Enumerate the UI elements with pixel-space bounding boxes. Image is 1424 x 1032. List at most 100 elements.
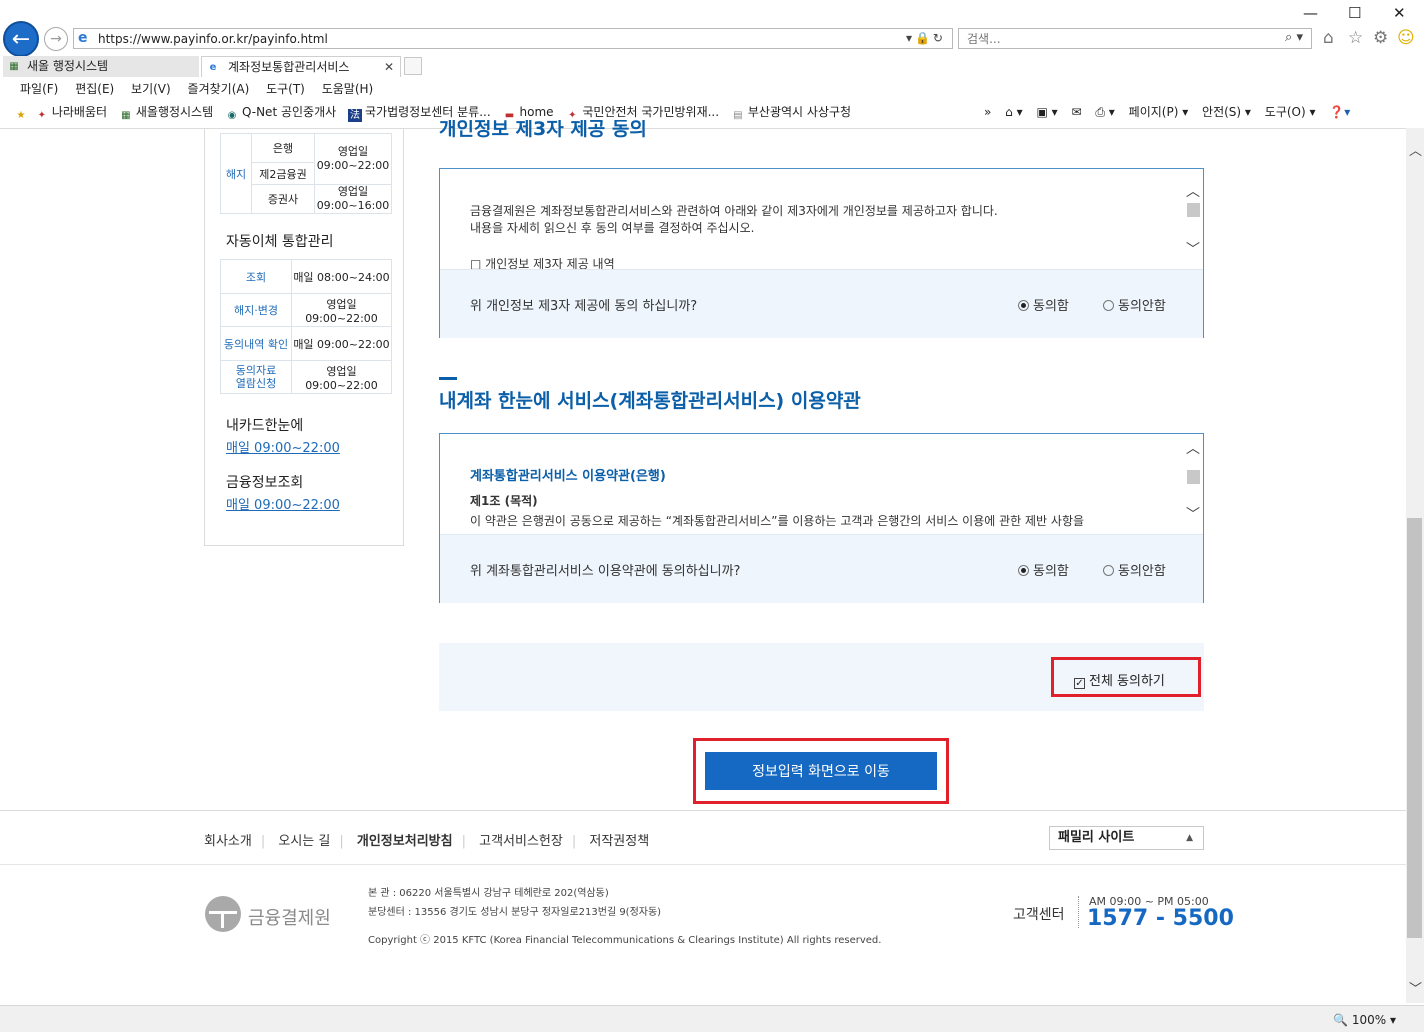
settings-gear-icon[interactable]: ⚙ <box>1373 28 1388 48</box>
footer-link-copyright[interactable]: 저작권정책 <box>589 834 649 849</box>
new-tab-button[interactable] <box>404 57 422 75</box>
autopay-label: 해지·변경 <box>220 293 292 327</box>
scroll-thumb[interactable] <box>1187 203 1200 217</box>
home-icon[interactable]: ⌂ <box>1323 28 1334 48</box>
print-icon[interactable]: ⎙ ▾ <box>1095 105 1114 119</box>
autopay-label: 동의내역 확인 <box>220 326 292 361</box>
menu-view[interactable]: 보기(V) <box>131 82 171 96</box>
page-menu[interactable]: 페이지(P) ▾ <box>1129 105 1189 119</box>
agree-all-checkbox[interactable]: ✓ 전체 동의하기 <box>1074 670 1165 689</box>
agree-all-highlight[interactable]: ✓ 전체 동의하기 <box>1051 657 1201 697</box>
menu-edit[interactable]: 편집(E) <box>75 82 114 96</box>
close-tab-icon[interactable]: ✕ <box>384 57 394 77</box>
org-name: 금융결제원 <box>248 908 331 929</box>
terms-article: 제1조 (목적) <box>470 494 538 508</box>
back-button[interactable]: ← <box>3 21 39 57</box>
autopay-title: 자동이체 통합관리 <box>226 234 334 250</box>
address-bundang: 분당센터 : 13556 경기도 성남시 분당구 정자일로213번길 9(정자동… <box>368 907 662 918</box>
close-window-icon[interactable]: ✕ <box>1393 4 1406 22</box>
fav-item[interactable]: 法 국가법령정보센터 분류... <box>348 105 491 122</box>
section-accent-bar <box>439 377 457 380</box>
autopay-hours-table: 조회 매일 08:00~24:00 해지·변경 영업일 09:00~22:00 동의… <box>220 259 392 394</box>
search-icon[interactable]: ⌕ ▾ <box>1285 30 1303 45</box>
feeds-icon[interactable]: ▣ ▾ <box>1036 105 1057 119</box>
overflow-chevron-icon[interactable]: » <box>984 105 991 119</box>
search-input[interactable] <box>965 31 1249 47</box>
safety-menu[interactable]: 안전(S) ▾ <box>1202 105 1251 119</box>
consent-text-line: 내용을 자세히 읽으신 후 동의 여부를 결정하여 주십시오. <box>470 221 755 235</box>
minimize-icon[interactable]: — <box>1303 4 1318 22</box>
section2-disagree-radio[interactable]: 동의안함 <box>1103 560 1166 579</box>
favorites-bar: ★ ✦ 나라배움터 ▦ 새올행정시스템 ◉ Q-Net 공인중개사 法 국가법령정보센터… <box>14 103 859 123</box>
section2-terms-box: 계좌통합관리서비스 이용약관(은행) 제1조 (목적) 이 약관은 은행권이 공… <box>439 433 1204 603</box>
go-button-highlight: 정보입력 화면으로 이동 <box>693 738 949 804</box>
menu-file[interactable]: 파일(F) <box>20 82 58 96</box>
scroll-thumb[interactable] <box>1187 470 1200 484</box>
scroll-down-icon[interactable]: ﹀ <box>1186 239 1200 259</box>
help-icon[interactable]: ❓▾ <box>1329 105 1350 119</box>
page-scroll-thumb[interactable] <box>1407 518 1422 938</box>
terms-subtitle: 계좌통합관리서비스 이용약관(은행) <box>470 469 666 484</box>
footer-divider-dotted <box>1078 896 1080 928</box>
scroll-up-icon[interactable]: ︿ <box>1186 181 1200 201</box>
autopay-label: 동의자료 열람신청 <box>220 360 292 394</box>
fav-item[interactable]: ✦ 나라배움터 <box>35 105 107 121</box>
address-bar[interactable]: e https://www.payinfo.or.kr/payinfo.html… <box>73 28 953 49</box>
menu-help[interactable]: 도움말(H) <box>322 82 374 96</box>
zoom-control[interactable]: 🔍 100% ▾ <box>1333 1013 1396 1027</box>
go-to-info-input-button[interactable]: 정보입력 화면으로 이동 <box>705 752 937 790</box>
radio-empty-icon <box>1103 565 1114 576</box>
card-hours-link[interactable]: 매일 09:00~22:00 <box>226 437 340 456</box>
kftc-logo-icon <box>205 896 241 932</box>
consent-text-line: 금융결제원은 계좌정보통합관리서비스와 관련하여 아래와 같이 제3자에게 개인… <box>470 204 998 218</box>
footer-links: 회사소개 | 오시는 길 | 개인정보처리방침 | 고객서비스헌장 | 저작권정책 <box>204 834 650 849</box>
smiley-feedback-icon[interactable]: ☺ <box>1397 28 1415 48</box>
section1-disagree-radio[interactable]: 동의안함 <box>1103 295 1166 314</box>
section1-consent-box: 금융결제원은 계좌정보통합관리서비스와 관련하여 아래와 같이 제3자에게 개인… <box>439 168 1204 338</box>
fav-item[interactable]: ◉ Q-Net 공인중개사 <box>225 105 337 121</box>
maximize-icon[interactable]: ☐ <box>1348 4 1361 22</box>
menu-favorites[interactable]: 즐겨찾기(A) <box>188 82 250 96</box>
tab-payinfo[interactable]: e 계좌정보통합관리서비스 ✕ <box>201 56 401 77</box>
family-site-select[interactable]: 패밀리 사이트 ▲ <box>1049 826 1204 850</box>
footer-divider <box>0 810 1406 811</box>
fav-item[interactable]: ▤ 부산광역시 사상구청 <box>731 105 851 121</box>
address-main: 본 관 : 06220 서울특별시 강남구 테헤란로 202(역삼동) <box>368 888 609 899</box>
tab-saeol[interactable]: ▦ 새올 행정시스템 <box>3 56 199 77</box>
org-cell: 제2금융권 <box>251 162 315 185</box>
tab-label: 계좌정보통합관리서비스 <box>228 60 350 74</box>
fav-item[interactable]: ▦ 새올행정시스템 <box>119 105 213 121</box>
fin-info-hours-link[interactable]: 매일 09:00~22:00 <box>226 494 340 513</box>
fav-item[interactable]: ▬ home <box>503 105 554 121</box>
text-scrollbar[interactable]: ︿ ﹀ <box>1186 181 1201 261</box>
favorites-star-icon[interactable]: ★ <box>14 109 28 122</box>
footer-link-charter[interactable]: 고객서비스헌장 <box>479 834 563 849</box>
menu-bar: 파일(F) 편집(E) 보기(V) 즐겨찾기(A) 도구(T) 도움말(H) <box>20 80 386 98</box>
footer-link-directions[interactable]: 오시는 길 <box>278 834 330 849</box>
footer-link-company[interactable]: 회사소개 <box>204 834 252 849</box>
terms-body: 이 약관은 은행권이 공동으로 제공하는 “계좌통합관리서비스”를 이용하는 고… <box>470 514 1085 528</box>
search-box[interactable]: ⌕ ▾ <box>958 28 1312 49</box>
saeol-icon: ▦ <box>9 61 19 72</box>
termination-hours-table: 해지 은행 영업일 09:00~22:00 제2금융권 증권사 영업일 09:0… <box>220 133 392 214</box>
footer-link-privacy[interactable]: 개인정보처리방침 <box>357 834 453 849</box>
forward-button[interactable]: → <box>44 27 68 51</box>
favorites-star-icon[interactable]: ☆ <box>1348 28 1363 48</box>
time-cell: 영업일 09:00~22:00 <box>291 293 392 327</box>
section1-agree-radio[interactable]: 동의함 <box>1018 295 1069 314</box>
tools-menu[interactable]: 도구(O) ▾ <box>1265 105 1316 119</box>
scroll-up-icon[interactable]: ︿ <box>1409 140 1422 159</box>
address-controls-icon[interactable]: ▾🔒↻ <box>906 31 946 45</box>
home-icon[interactable]: ⌂ ▾ <box>1005 105 1022 119</box>
fav-item[interactable]: ✦ 국민안전처 국가민방위재... <box>565 105 719 121</box>
scroll-down-icon[interactable]: ﹀ <box>1186 504 1200 524</box>
text-scrollbar[interactable]: ︿ ﹀ <box>1186 438 1201 528</box>
scroll-up-icon[interactable]: ︿ <box>1186 438 1200 458</box>
zoom-icon: 🔍 <box>1333 1013 1349 1027</box>
org-cell: 은행 <box>251 133 315 163</box>
scroll-down-icon[interactable]: ﹀ <box>1409 978 1422 997</box>
menu-tools[interactable]: 도구(T) <box>266 82 305 96</box>
page-scrollbar[interactable]: ︿ ﹀ <box>1406 128 1424 1003</box>
mail-icon[interactable]: ✉ <box>1071 105 1081 119</box>
section2-agree-radio[interactable]: 동의함 <box>1018 560 1069 579</box>
